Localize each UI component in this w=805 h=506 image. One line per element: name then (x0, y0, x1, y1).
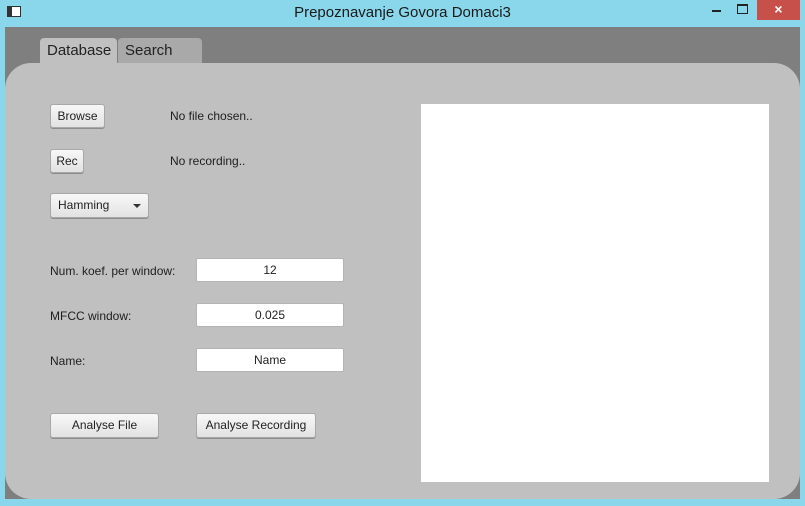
tab-database[interactable]: Database (40, 38, 117, 64)
mfcc-window-label: MFCC window: (50, 309, 132, 323)
app-window: Prepoznavanje Govora Domaci3 × Database … (0, 0, 805, 506)
window-type-value: Hamming (58, 198, 110, 212)
window-title: Prepoznavanje Govora Domaci3 (294, 4, 511, 21)
waveform-canvas[interactable] (421, 104, 769, 482)
record-button[interactable]: Rec (50, 149, 84, 173)
minimize-button[interactable] (703, 0, 729, 20)
recording-status: No recording.. (170, 154, 246, 168)
close-icon: × (774, 1, 783, 17)
database-panel: Browse No file chosen.. Rec No recording… (5, 63, 800, 499)
file-status: No file chosen.. (170, 109, 253, 123)
client-area: Database Search Browse No file chosen.. … (5, 27, 800, 499)
analyse-file-button[interactable]: Analyse File (50, 413, 159, 438)
window-type-select[interactable]: Hamming (50, 193, 149, 218)
close-button[interactable]: × (757, 0, 800, 20)
tab-search[interactable]: Search (118, 38, 202, 64)
maximize-button[interactable] (729, 0, 755, 20)
tab-label: Search (125, 42, 173, 59)
name-field[interactable]: Name (196, 348, 344, 372)
num-koef-label: Num. koef. per window: (50, 264, 176, 278)
name-label: Name: (50, 354, 86, 368)
tab-label: Database (47, 42, 112, 59)
browse-button[interactable]: Browse (50, 104, 105, 128)
chevron-down-icon (133, 204, 141, 208)
title-bar[interactable]: Prepoznavanje Govora Domaci3 × (0, 0, 805, 27)
analyse-recording-button[interactable]: Analyse Recording (196, 413, 316, 438)
mfcc-window-field[interactable]: 0.025 (196, 303, 344, 327)
num-koef-field[interactable]: 12 (196, 258, 344, 282)
